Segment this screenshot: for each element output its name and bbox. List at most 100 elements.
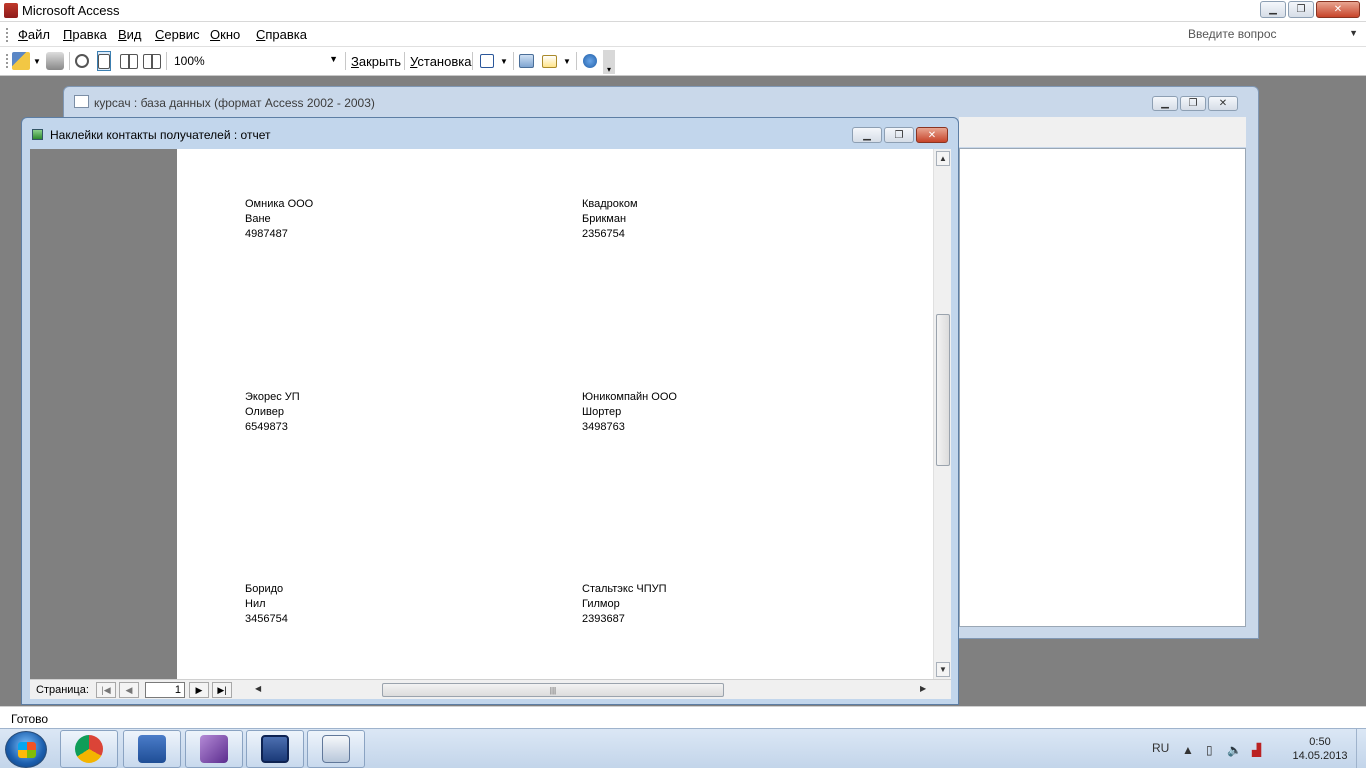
minimize-button[interactable]: ▁ <box>1260 1 1286 18</box>
toolbar-separator <box>69 52 70 70</box>
label-company: Экорес УП <box>245 391 300 403</box>
ask-question-placeholder: Введите вопрос <box>1188 27 1277 41</box>
vertical-scrollbar[interactable]: ▲ ▼ <box>933 149 951 679</box>
mailing-label: Стальтэкс ЧПУП Гилмор 2393687 <box>582 582 667 627</box>
office-links-icon[interactable] <box>480 51 494 71</box>
close-button[interactable]: ✕ <box>1208 96 1238 111</box>
report-window[interactable]: Наклейки контакты получателей : отчет ▁ … <box>21 117 959 705</box>
database-window-title: курсач : база данных (формат Access 2002… <box>94 96 375 110</box>
menu-view[interactable]: Вид <box>118 27 142 42</box>
one-page-icon[interactable] <box>97 51 111 71</box>
network-disconnected-icon[interactable]: ▟ <box>1252 743 1261 757</box>
clock-date: 14.05.2013 <box>1292 750 1348 762</box>
multiple-pages-icon[interactable] <box>143 51 161 71</box>
print-icon[interactable] <box>46 51 64 71</box>
chevron-down-icon[interactable]: ▼ <box>563 51 571 71</box>
menu-window[interactable]: Окно <box>210 27 240 42</box>
page-setup-button[interactable]: Установка <box>410 54 471 69</box>
status-bar: Готово <box>0 706 1366 728</box>
label-phone: 2393687 <box>582 613 625 625</box>
mailing-label: Омника ООО Ване 4987487 <box>245 197 313 242</box>
menu-grip[interactable] <box>6 28 8 42</box>
database-window-icon <box>74 95 89 108</box>
window-icon <box>322 735 350 763</box>
language-indicator[interactable]: RU <box>1152 741 1169 755</box>
chevron-down-icon[interactable]: ▼ <box>1349 28 1358 38</box>
menu-edit[interactable]: Правка <box>63 27 107 42</box>
page-label: Страница: <box>36 684 89 696</box>
restore-button[interactable]: ❐ <box>1180 96 1206 111</box>
usb-device-icon[interactable]: ▯ <box>1206 743 1213 757</box>
minimize-button[interactable]: ▁ <box>852 127 882 143</box>
label-name: Ване <box>245 213 271 225</box>
chevron-down-icon[interactable]: ▼ <box>500 51 508 71</box>
start-button[interactable] <box>5 731 47 768</box>
windows-logo-icon <box>18 742 36 758</box>
scroll-right-icon[interactable]: ▶ <box>920 684 926 693</box>
two-pages-icon[interactable] <box>120 51 138 71</box>
toolbar-grip[interactable] <box>6 54 8 68</box>
report-preview-area: Омника ООО Ване 4987487 Квадроком Брикма… <box>30 149 951 699</box>
volume-icon[interactable]: 🔈 <box>1227 743 1242 757</box>
new-object-icon[interactable] <box>542 51 557 71</box>
close-preview-button[interactable]: Закрыть <box>351 54 401 69</box>
show-desktop-button[interactable] <box>1356 729 1366 768</box>
database-window-icon[interactable] <box>519 51 534 71</box>
next-page-icon[interactable]: ▶ <box>189 682 209 698</box>
menu-file[interactable]: Файл <box>18 27 50 42</box>
zoom-magnifier-icon[interactable] <box>75 51 89 71</box>
database-window-toolbar <box>959 117 1246 147</box>
last-page-icon[interactable]: ▶| <box>212 682 232 698</box>
scroll-up-icon[interactable]: ▲ <box>936 151 950 166</box>
help-icon[interactable] <box>583 51 597 71</box>
label-phone: 3456754 <box>245 613 288 625</box>
mailing-label: Экорес УП Оливер 6549873 <box>245 390 300 435</box>
scroll-left-icon[interactable]: ◀ <box>255 684 261 693</box>
database-objects-pane[interactable] <box>959 148 1246 627</box>
app-titlebar: Microsoft Access ▁ ❐ ✕ <box>0 0 1366 22</box>
restore-button[interactable]: ❐ <box>884 127 914 143</box>
chevron-down-icon[interactable]: ▼ <box>33 51 41 71</box>
app-title: Microsoft Access <box>22 3 120 18</box>
taskbar-app-save[interactable] <box>246 730 304 768</box>
report-page: Омника ООО Ване 4987487 Квадроком Брикма… <box>177 149 933 679</box>
first-page-icon[interactable]: |◀ <box>96 682 116 698</box>
minimize-button[interactable]: ▁ <box>1152 96 1178 111</box>
menu-help[interactable]: Справка <box>256 27 307 42</box>
toolbar-separator <box>513 52 514 70</box>
taskbar-app-windows[interactable] <box>307 730 365 768</box>
tray-expand-icon[interactable]: ▲ <box>1182 743 1194 757</box>
label-name: Шортер <box>582 406 622 418</box>
vertical-scroll-thumb[interactable] <box>936 314 950 466</box>
chevron-down-icon[interactable]: ▼ <box>329 54 338 64</box>
toolbar-options-icon[interactable]: ▾ <box>603 50 615 74</box>
zoom-value: 100% <box>174 54 205 68</box>
close-button[interactable]: ✕ <box>1316 1 1360 18</box>
access-app-icon[interactable] <box>4 3 18 18</box>
menu-tools[interactable]: Сервис <box>155 27 200 42</box>
zoom-select[interactable]: 100% ▼ <box>170 51 342 71</box>
taskbar: RU ▲ ▯ 🔈 ▟ 0:50 14.05.2013 <box>0 728 1366 768</box>
view-icon[interactable] <box>12 51 30 71</box>
previous-page-icon[interactable]: ◀ <box>119 682 139 698</box>
page-number-input[interactable] <box>145 682 185 698</box>
save-icon <box>261 735 289 763</box>
taskbar-app-visual-studio[interactable] <box>185 730 243 768</box>
ask-question-box[interactable]: Введите вопрос ▼ <box>1186 26 1362 44</box>
system-clock[interactable]: 0:50 14.05.2013 <box>1285 735 1355 763</box>
scroll-down-icon[interactable]: ▼ <box>936 662 950 677</box>
horizontal-scroll-thumb[interactable]: ||| <box>382 683 724 697</box>
mailing-label: Юникомпайн ООО Шортер 3498763 <box>582 390 677 435</box>
report-window-title: Наклейки контакты получателей : отчет <box>50 128 271 142</box>
label-phone: 3498763 <box>582 421 625 433</box>
status-text: Готово <box>11 712 49 726</box>
taskbar-app-chrome[interactable] <box>60 730 118 768</box>
taskbar-app-word[interactable] <box>123 730 181 768</box>
close-button[interactable]: ✕ <box>916 127 948 143</box>
visual-studio-icon <box>200 735 228 763</box>
label-name: Брикман <box>582 213 627 225</box>
label-company: Омника ООО <box>245 198 314 210</box>
label-company: Боридо <box>245 583 284 595</box>
restore-button[interactable]: ❐ <box>1288 1 1314 18</box>
label-company: Юникомпайн ООО <box>582 391 677 403</box>
